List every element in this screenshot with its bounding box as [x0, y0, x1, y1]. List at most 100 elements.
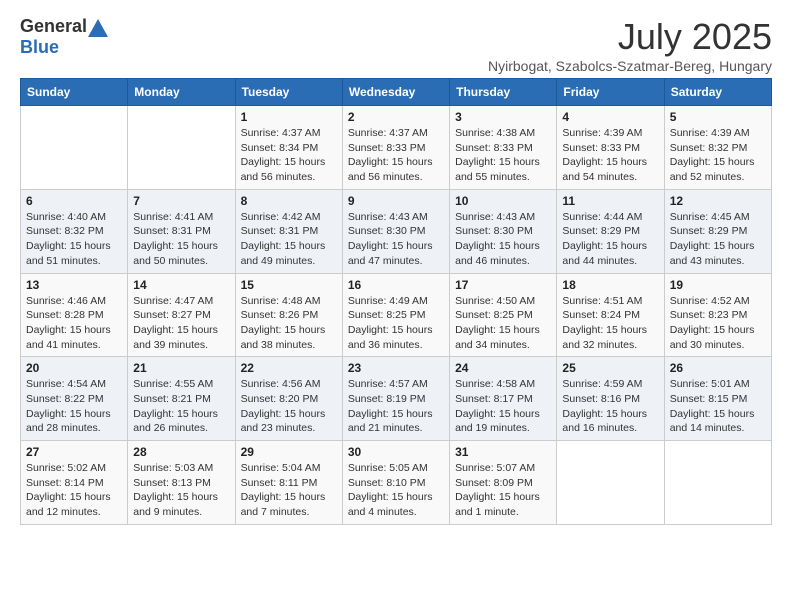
day-info: Sunrise: 4:41 AMSunset: 8:31 PMDaylight:…	[133, 210, 229, 269]
day-number: 15	[241, 278, 337, 292]
week-row-1: 1 Sunrise: 4:37 AMSunset: 8:34 PMDaylight…	[21, 106, 772, 190]
calendar-cell: 14Sunrise: 4:47 AMSunset: 8:27 PMDayligh…	[128, 273, 235, 357]
day-info: Sunrise: 4:46 AMSunset: 8:28 PMDaylight:…	[26, 294, 122, 353]
week-row-2: 6 Sunrise: 4:40 AMSunset: 8:32 PMDaylight…	[21, 189, 772, 273]
calendar-cell: 22Sunrise: 4:56 AMSunset: 8:20 PMDayligh…	[235, 357, 342, 441]
calendar-cell: 17 Sunrise: 4:50 AMSunset: 8:25 PMDayligh…	[450, 273, 557, 357]
day-info: Sunrise: 4:44 AMSunset: 8:29 PMDaylight:…	[562, 210, 658, 269]
day-number: 10	[455, 194, 551, 208]
calendar-header-row: SundayMondayTuesdayWednesdayThursdayFrid…	[21, 79, 772, 106]
logo: General Blue	[20, 16, 109, 58]
day-number: 19	[670, 278, 766, 292]
header-day-thursday: Thursday	[450, 79, 557, 106]
day-number: 4	[562, 110, 658, 124]
day-info: Sunrise: 4:37 AMSunset: 8:33 PMDaylight:…	[348, 126, 444, 185]
calendar-cell: 21 Sunrise: 4:55 AMSunset: 8:21 PMDayligh…	[128, 357, 235, 441]
calendar-cell	[128, 106, 235, 190]
calendar-cell: 23Sunrise: 4:57 AMSunset: 8:19 PMDayligh…	[342, 357, 449, 441]
day-info: Sunrise: 4:39 AMSunset: 8:33 PMDaylight:…	[562, 126, 658, 185]
day-number: 12	[670, 194, 766, 208]
day-number: 16	[348, 278, 444, 292]
day-number: 28	[133, 445, 229, 459]
day-number: 17	[455, 278, 551, 292]
day-number: 26	[670, 361, 766, 375]
calendar-cell: 3 Sunrise: 4:38 AMSunset: 8:33 PMDaylight…	[450, 106, 557, 190]
day-number: 6	[26, 194, 122, 208]
header-day-saturday: Saturday	[664, 79, 771, 106]
day-number: 20	[26, 361, 122, 375]
header-day-wednesday: Wednesday	[342, 79, 449, 106]
day-info: Sunrise: 4:37 AMSunset: 8:34 PMDaylight:…	[241, 126, 337, 185]
calendar-cell: 12Sunrise: 4:45 AMSunset: 8:29 PMDayligh…	[664, 189, 771, 273]
day-info: Sunrise: 4:47 AMSunset: 8:27 PMDaylight:…	[133, 294, 229, 353]
day-number: 3	[455, 110, 551, 124]
month-title: July 2025	[488, 16, 772, 58]
day-number: 5	[670, 110, 766, 124]
calendar-cell: 8Sunrise: 4:42 AMSunset: 8:31 PMDaylight…	[235, 189, 342, 273]
day-number: 27	[26, 445, 122, 459]
subtitle: Nyirbogat, Szabolcs-Szatmar-Bereg, Hunga…	[488, 58, 772, 74]
day-info: Sunrise: 5:04 AMSunset: 8:11 PMDaylight:…	[241, 461, 337, 520]
day-number: 7	[133, 194, 229, 208]
day-number: 18	[562, 278, 658, 292]
day-info: Sunrise: 4:49 AMSunset: 8:25 PMDaylight:…	[348, 294, 444, 353]
logo-blue: Blue	[20, 37, 59, 57]
calendar-cell: 29 Sunrise: 5:04 AMSunset: 8:11 PMDayligh…	[235, 441, 342, 525]
logo-icon	[88, 19, 108, 37]
day-number: 30	[348, 445, 444, 459]
day-number: 24	[455, 361, 551, 375]
calendar-cell: 9Sunrise: 4:43 AMSunset: 8:30 PMDaylight…	[342, 189, 449, 273]
calendar-cell: 31Sunrise: 5:07 AMSunset: 8:09 PMDayligh…	[450, 441, 557, 525]
week-row-3: 13 Sunrise: 4:46 AMSunset: 8:28 PMDayligh…	[21, 273, 772, 357]
day-number: 21	[133, 361, 229, 375]
calendar-cell	[664, 441, 771, 525]
day-info: Sunrise: 4:54 AMSunset: 8:22 PMDaylight:…	[26, 377, 122, 436]
day-info: Sunrise: 4:59 AMSunset: 8:16 PMDaylight:…	[562, 377, 658, 436]
calendar-table: SundayMondayTuesdayWednesdayThursdayFrid…	[20, 78, 772, 525]
day-info: Sunrise: 4:48 AMSunset: 8:26 PMDaylight:…	[241, 294, 337, 353]
day-info: Sunrise: 4:40 AMSunset: 8:32 PMDaylight:…	[26, 210, 122, 269]
header-day-monday: Monday	[128, 79, 235, 106]
day-info: Sunrise: 5:05 AMSunset: 8:10 PMDaylight:…	[348, 461, 444, 520]
logo-text: General Blue	[20, 16, 109, 58]
calendar-cell: 7 Sunrise: 4:41 AMSunset: 8:31 PMDaylight…	[128, 189, 235, 273]
day-number: 1	[241, 110, 337, 124]
day-info: Sunrise: 5:01 AMSunset: 8:15 PMDaylight:…	[670, 377, 766, 436]
header-day-friday: Friday	[557, 79, 664, 106]
calendar-cell: 18Sunrise: 4:51 AMSunset: 8:24 PMDayligh…	[557, 273, 664, 357]
day-info: Sunrise: 5:03 AMSunset: 8:13 PMDaylight:…	[133, 461, 229, 520]
day-info: Sunrise: 4:57 AMSunset: 8:19 PMDaylight:…	[348, 377, 444, 436]
day-number: 13	[26, 278, 122, 292]
calendar-cell: 10 Sunrise: 4:43 AMSunset: 8:30 PMDayligh…	[450, 189, 557, 273]
day-info: Sunrise: 4:50 AMSunset: 8:25 PMDaylight:…	[455, 294, 551, 353]
day-info: Sunrise: 4:43 AMSunset: 8:30 PMDaylight:…	[455, 210, 551, 269]
calendar-cell: 13 Sunrise: 4:46 AMSunset: 8:28 PMDayligh…	[21, 273, 128, 357]
calendar-cell: 2 Sunrise: 4:37 AMSunset: 8:33 PMDaylight…	[342, 106, 449, 190]
calendar-cell: 11 Sunrise: 4:44 AMSunset: 8:29 PMDayligh…	[557, 189, 664, 273]
calendar-cell: 6 Sunrise: 4:40 AMSunset: 8:32 PMDaylight…	[21, 189, 128, 273]
day-info: Sunrise: 4:39 AMSunset: 8:32 PMDaylight:…	[670, 126, 766, 185]
day-number: 9	[348, 194, 444, 208]
week-row-5: 27 Sunrise: 5:02 AMSunset: 8:14 PMDayligh…	[21, 441, 772, 525]
day-info: Sunrise: 4:58 AMSunset: 8:17 PMDaylight:…	[455, 377, 551, 436]
calendar-cell: 19 Sunrise: 4:52 AMSunset: 8:23 PMDayligh…	[664, 273, 771, 357]
calendar-cell: 26 Sunrise: 5:01 AMSunset: 8:15 PMDayligh…	[664, 357, 771, 441]
calendar-cell: 25 Sunrise: 4:59 AMSunset: 8:16 PMDayligh…	[557, 357, 664, 441]
day-number: 11	[562, 194, 658, 208]
day-number: 29	[241, 445, 337, 459]
calendar-cell: 24 Sunrise: 4:58 AMSunset: 8:17 PMDayligh…	[450, 357, 557, 441]
calendar-cell: 5 Sunrise: 4:39 AMSunset: 8:32 PMDaylight…	[664, 106, 771, 190]
header-day-sunday: Sunday	[21, 79, 128, 106]
day-info: Sunrise: 4:42 AMSunset: 8:31 PMDaylight:…	[241, 210, 337, 269]
header: General Blue July 2025 Nyirbogat, Szabol…	[20, 16, 772, 74]
day-info: Sunrise: 5:02 AMSunset: 8:14 PMDaylight:…	[26, 461, 122, 520]
calendar-cell: 27 Sunrise: 5:02 AMSunset: 8:14 PMDayligh…	[21, 441, 128, 525]
day-info: Sunrise: 4:52 AMSunset: 8:23 PMDaylight:…	[670, 294, 766, 353]
day-number: 31	[455, 445, 551, 459]
day-number: 2	[348, 110, 444, 124]
day-number: 25	[562, 361, 658, 375]
day-info: Sunrise: 4:55 AMSunset: 8:21 PMDaylight:…	[133, 377, 229, 436]
calendar-cell: 15 Sunrise: 4:48 AMSunset: 8:26 PMDayligh…	[235, 273, 342, 357]
title-area: July 2025 Nyirbogat, Szabolcs-Szatmar-Be…	[488, 16, 772, 74]
day-info: Sunrise: 4:38 AMSunset: 8:33 PMDaylight:…	[455, 126, 551, 185]
